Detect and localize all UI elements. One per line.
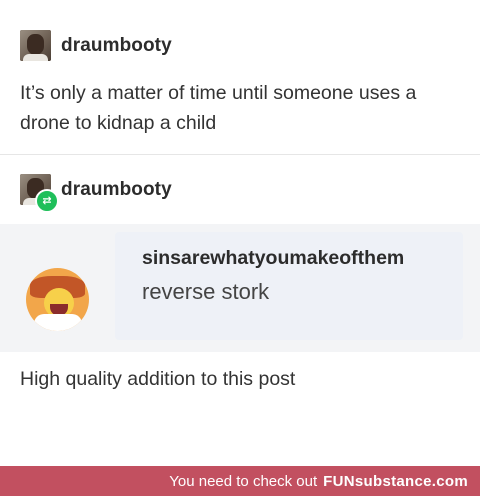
quote-username[interactable]: sinsarewhatyoumakeofthem [142,247,404,270]
watermark-footer: You need to check out FUNsubstance.com [0,466,480,496]
reblog-header: ⇄ draumbooty [20,174,172,213]
quote-card: sinsarewhatyoumakeofthem reverse stork [115,232,463,340]
post-container: draumbooty It’s only a matter of time un… [0,0,480,466]
footer-brand[interactable]: FUNsubstance.com [323,473,468,490]
avatar[interactable] [20,30,51,61]
quote-text: reverse stork [142,279,270,304]
post-header: draumbooty [20,30,172,61]
quote-avatar[interactable] [26,268,89,331]
footer-text: You need to check out [169,472,318,490]
reblog-avatar-wrapper: ⇄ [20,174,59,213]
reblog-icon: ⇄ [35,189,59,213]
post-body: It’s only a matter of time until someone… [20,82,417,134]
post-body: High quality addition to this post [20,368,296,390]
divider [0,154,480,155]
username[interactable]: draumbooty [61,35,172,57]
username[interactable]: draumbooty [61,179,172,201]
